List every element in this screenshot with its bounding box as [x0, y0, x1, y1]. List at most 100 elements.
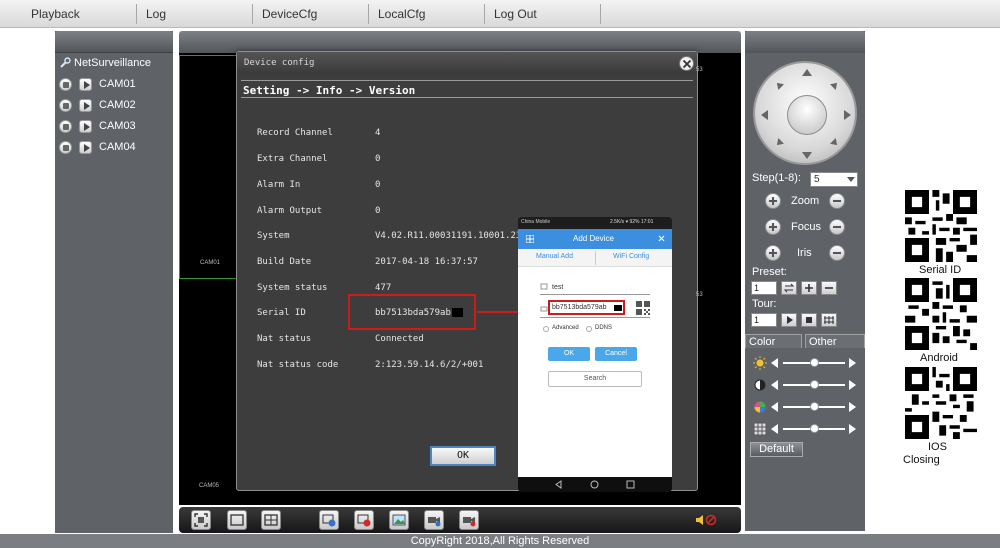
contrast-slider[interactable] [753, 378, 861, 392]
tour-grid-button[interactable] [821, 313, 837, 327]
dialog-titlebar[interactable]: Device config [237, 52, 697, 74]
ptz-downleft-icon[interactable] [774, 138, 784, 148]
step-select[interactable]: 5 [810, 172, 858, 187]
back-icon[interactable] [554, 480, 563, 489]
ptz-up-icon[interactable] [802, 69, 812, 76]
record-icon[interactable] [59, 77, 72, 91]
iris-close-button[interactable] [829, 245, 845, 261]
zoom-out-button[interactable] [829, 193, 845, 209]
qr-scan-icon[interactable] [636, 301, 650, 315]
open-all-button[interactable] [319, 510, 339, 530]
fullscreen-button[interactable] [191, 510, 211, 530]
increase-icon[interactable] [849, 402, 856, 412]
record-start-button[interactable] [424, 510, 444, 530]
menu-localcfg[interactable]: LocalCfg [378, 7, 425, 21]
tour-stop-button[interactable] [801, 313, 817, 327]
increase-icon[interactable] [849, 424, 856, 434]
phone-search-button[interactable]: Search [548, 371, 642, 387]
serial-field[interactable]: bb7513bda579ab [548, 300, 625, 315]
play-icon[interactable] [79, 140, 92, 154]
record-icon[interactable] [59, 119, 72, 133]
ptz-downright-icon[interactable] [830, 138, 840, 148]
info-value: 2:123.59.14.6/2/+001 [375, 360, 484, 370]
preset-input[interactable]: 1 [751, 281, 777, 295]
play-icon[interactable] [79, 77, 92, 91]
menu-log[interactable]: Log [146, 7, 166, 21]
record-icon[interactable] [59, 98, 72, 112]
ptz-upleft-icon[interactable] [774, 80, 784, 90]
camera-item-cam04[interactable]: CAM04 [59, 139, 136, 155]
tab-other[interactable]: Other [805, 334, 865, 348]
ptz-left-icon[interactable] [761, 110, 768, 120]
tab-wifi-config[interactable]: WiFi Config [613, 253, 649, 260]
audio-mute-icon[interactable] [695, 513, 719, 527]
close-button[interactable] [679, 56, 694, 71]
snapshot-button[interactable] [389, 510, 409, 530]
slider-knob[interactable] [809, 380, 819, 389]
preset-remove-button[interactable] [821, 281, 837, 295]
close-all-button[interactable] [354, 510, 374, 530]
ddns-option[interactable]: DDNS [595, 325, 612, 331]
recents-icon[interactable] [626, 480, 635, 489]
info-value: V4.02.R11.00031191.10001.231 [375, 231, 527, 241]
increase-icon[interactable] [849, 380, 856, 390]
ptz-center-button[interactable] [787, 95, 827, 135]
phone-status-bar: China Mobile 2.5K/s ▾ 92% 17:01 [518, 217, 672, 229]
video-tile-1[interactable]: CAM01 [179, 55, 237, 279]
tour-input[interactable]: 1 [751, 313, 777, 327]
decrease-icon[interactable] [771, 358, 778, 368]
info-value: 477 [375, 283, 392, 293]
tour-play-button[interactable] [781, 313, 797, 327]
tree-root[interactable]: NetSurveillance [59, 57, 151, 69]
info-value: 0 [375, 180, 381, 190]
increase-icon[interactable] [849, 358, 856, 368]
quad-view-button[interactable] [261, 510, 281, 530]
camera-item-cam03[interactable]: CAM03 [59, 118, 136, 134]
decrease-icon[interactable] [771, 424, 778, 434]
focus-out-button[interactable] [829, 219, 845, 235]
ptz-upright-icon[interactable] [830, 80, 840, 90]
video-edge-marker: 53 [696, 292, 703, 298]
tab-manual-add[interactable]: Manual Add [536, 253, 573, 260]
phone-ok-button[interactable]: OK [548, 347, 590, 361]
phone-cancel-button[interactable]: Cancel [595, 347, 637, 361]
tab-color[interactable]: Color [745, 334, 802, 348]
slider-knob[interactable] [809, 402, 819, 411]
menu-playback[interactable]: Playback [31, 7, 80, 21]
focus-in-button[interactable] [765, 219, 781, 235]
menu-grid-icon[interactable] [526, 235, 534, 243]
ok-button[interactable]: OK [430, 446, 496, 466]
menu-devicecfg[interactable]: DeviceCfg [262, 7, 317, 21]
decrease-icon[interactable] [771, 402, 778, 412]
menu-logout[interactable]: Log Out [494, 7, 537, 21]
info-label: Extra Channel [257, 154, 328, 164]
home-icon[interactable] [590, 480, 599, 489]
advanced-option[interactable]: Advanced [552, 325, 579, 331]
ptz-dpad[interactable] [753, 61, 857, 165]
preset-add-button[interactable] [801, 281, 817, 295]
decrease-icon[interactable] [771, 380, 778, 390]
saturation-slider[interactable] [753, 400, 861, 414]
play-icon[interactable] [79, 98, 92, 112]
camera-item-cam02[interactable]: CAM02 [59, 97, 136, 113]
single-view-button[interactable] [227, 510, 247, 530]
ptz-right-icon[interactable] [844, 110, 851, 120]
play-icon[interactable] [79, 119, 92, 133]
zoom-in-button[interactable] [765, 193, 781, 209]
record-icon[interactable] [59, 140, 72, 154]
preset-goto-button[interactable] [781, 281, 797, 295]
slider-knob[interactable] [809, 358, 819, 367]
iris-open-button[interactable] [765, 245, 781, 261]
default-button[interactable]: Default [750, 442, 803, 457]
hue-slider[interactable] [753, 422, 861, 436]
close-icon[interactable] [658, 235, 665, 242]
ptz-down-icon[interactable] [802, 152, 812, 159]
device-name-field[interactable]: test [552, 284, 563, 291]
play-icon [787, 316, 793, 324]
brightness-slider[interactable] [753, 356, 861, 370]
info-label: System status [257, 283, 328, 293]
dialog-title: Device config [244, 58, 315, 68]
slider-knob[interactable] [809, 424, 819, 433]
record-stop-button[interactable] [459, 510, 479, 530]
camera-item-cam01[interactable]: CAM01 [59, 76, 136, 92]
